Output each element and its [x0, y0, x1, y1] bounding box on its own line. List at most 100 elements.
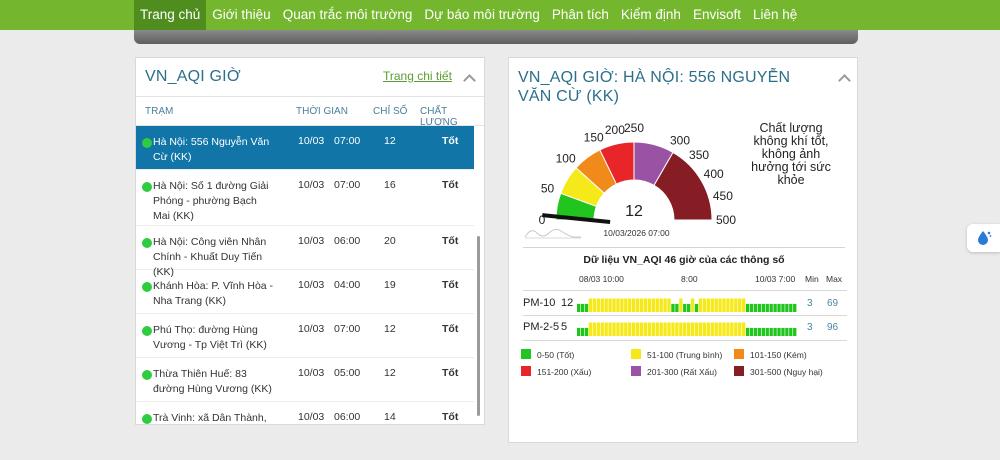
- history-bar[interactable]: [745, 327, 750, 336]
- history-bar[interactable]: [643, 298, 648, 313]
- history-bar[interactable]: [745, 303, 750, 312]
- history-bar[interactable]: [706, 322, 710, 337]
- history-bar[interactable]: [592, 298, 597, 313]
- history-bar[interactable]: [698, 322, 703, 337]
- history-bar[interactable]: [734, 322, 738, 337]
- floating-action-button[interactable]: [967, 224, 1000, 252]
- table-row[interactable]: Hà Nội: Công viên Nhân Chính - Khuất Duy…: [136, 226, 474, 278]
- history-bar[interactable]: [683, 322, 687, 337]
- history-bar[interactable]: [592, 322, 597, 337]
- history-bar[interactable]: [793, 303, 797, 312]
- table-row[interactable]: Hà Nội: 556 Nguyễn Văn Cừ (KK) 10/03 07:00…: [136, 126, 474, 170]
- history-bar[interactable]: [596, 298, 600, 313]
- history-bar[interactable]: [663, 322, 667, 337]
- history-bar[interactable]: [742, 298, 746, 313]
- history-bar[interactable]: [624, 322, 628, 337]
- history-bar[interactable]: [757, 327, 762, 336]
- history-bar[interactable]: [663, 298, 667, 313]
- history-bar[interactable]: [718, 298, 722, 313]
- history-bar[interactable]: [671, 322, 675, 337]
- history-bar[interactable]: [690, 322, 695, 337]
- history-bar[interactable]: [659, 322, 663, 337]
- history-bar[interactable]: [781, 327, 785, 336]
- history-bar[interactable]: [651, 322, 655, 337]
- history-bar[interactable]: [608, 322, 612, 337]
- history-bar[interactable]: [738, 298, 742, 313]
- history-bar[interactable]: [675, 303, 679, 312]
- history-bar[interactable]: [753, 327, 758, 336]
- history-bar[interactable]: [580, 303, 585, 312]
- history-bar[interactable]: [789, 303, 793, 312]
- history-bar[interactable]: [577, 303, 581, 312]
- history-bar[interactable]: [761, 327, 765, 336]
- history-bar[interactable]: [667, 322, 671, 337]
- detail-page-link[interactable]: Trang chi tiết: [383, 69, 452, 83]
- history-bar[interactable]: [647, 322, 652, 337]
- history-bar[interactable]: [777, 327, 781, 336]
- history-bar[interactable]: [628, 298, 632, 313]
- history-bar[interactable]: [683, 303, 687, 312]
- history-bar[interactable]: [584, 303, 589, 312]
- history-bar[interactable]: [608, 298, 612, 313]
- history-bar[interactable]: [632, 298, 636, 313]
- history-bar[interactable]: [777, 303, 781, 312]
- nav-item[interactable]: Quan trắc môi trường: [277, 0, 419, 30]
- collapse-chevron-icon[interactable]: [463, 74, 476, 87]
- collapse-chevron-icon[interactable]: [838, 74, 851, 87]
- history-bar[interactable]: [714, 298, 718, 313]
- history-bar[interactable]: [647, 298, 652, 313]
- history-bar[interactable]: [679, 322, 683, 337]
- history-bar[interactable]: [687, 322, 691, 337]
- history-bar[interactable]: [596, 322, 600, 337]
- history-bar[interactable]: [639, 298, 644, 313]
- history-bar[interactable]: [769, 303, 773, 312]
- history-bar[interactable]: [612, 298, 616, 313]
- history-bar[interactable]: [600, 322, 604, 337]
- history-bar[interactable]: [616, 322, 620, 337]
- history-bar[interactable]: [624, 298, 628, 313]
- history-bar[interactable]: [722, 322, 726, 337]
- history-bar[interactable]: [702, 322, 707, 337]
- history-bar[interactable]: [616, 298, 620, 313]
- history-bar[interactable]: [600, 298, 604, 313]
- history-bar[interactable]: [761, 303, 765, 312]
- history-bar[interactable]: [584, 327, 589, 336]
- history-bar[interactable]: [710, 298, 714, 313]
- history-bar[interactable]: [793, 327, 797, 336]
- param-history-bars[interactable]: [577, 294, 797, 312]
- history-bar[interactable]: [702, 298, 707, 313]
- history-bar[interactable]: [632, 322, 636, 337]
- history-bar[interactable]: [577, 327, 581, 336]
- scrollbar-thumb[interactable]: [477, 236, 480, 416]
- history-bar[interactable]: [694, 303, 699, 312]
- history-bar[interactable]: [667, 298, 671, 313]
- nav-item[interactable]: Phân tích: [546, 0, 615, 30]
- history-bar[interactable]: [734, 298, 738, 313]
- history-bar[interactable]: [620, 298, 624, 313]
- history-bar[interactable]: [769, 327, 773, 336]
- history-bar[interactable]: [698, 298, 703, 313]
- history-bar[interactable]: [706, 298, 710, 313]
- history-bar[interactable]: [628, 322, 632, 337]
- history-bar[interactable]: [604, 322, 608, 337]
- history-bar[interactable]: [714, 322, 718, 337]
- history-bar[interactable]: [742, 322, 746, 337]
- history-bar[interactable]: [671, 303, 675, 312]
- history-bar[interactable]: [785, 327, 789, 336]
- history-bar[interactable]: [710, 322, 714, 337]
- history-bar[interactable]: [620, 322, 624, 337]
- history-bar[interactable]: [722, 298, 726, 313]
- history-bar[interactable]: [675, 322, 679, 337]
- history-bar[interactable]: [679, 298, 683, 313]
- history-bar[interactable]: [694, 322, 699, 337]
- history-bar[interactable]: [726, 322, 730, 337]
- table-row[interactable]: Hà Nội: Số 1 đường Giải Phóng - phường B…: [136, 170, 474, 226]
- history-bar[interactable]: [785, 303, 789, 312]
- history-bar[interactable]: [749, 327, 754, 336]
- history-bar[interactable]: [753, 303, 758, 312]
- history-bar[interactable]: [643, 322, 648, 337]
- table-row[interactable]: Thừa Thiên Huế: 83 đường Hùng Vương (KK)…: [136, 358, 474, 402]
- history-bar[interactable]: [749, 303, 754, 312]
- history-bar[interactable]: [718, 322, 722, 337]
- history-bar[interactable]: [580, 327, 585, 336]
